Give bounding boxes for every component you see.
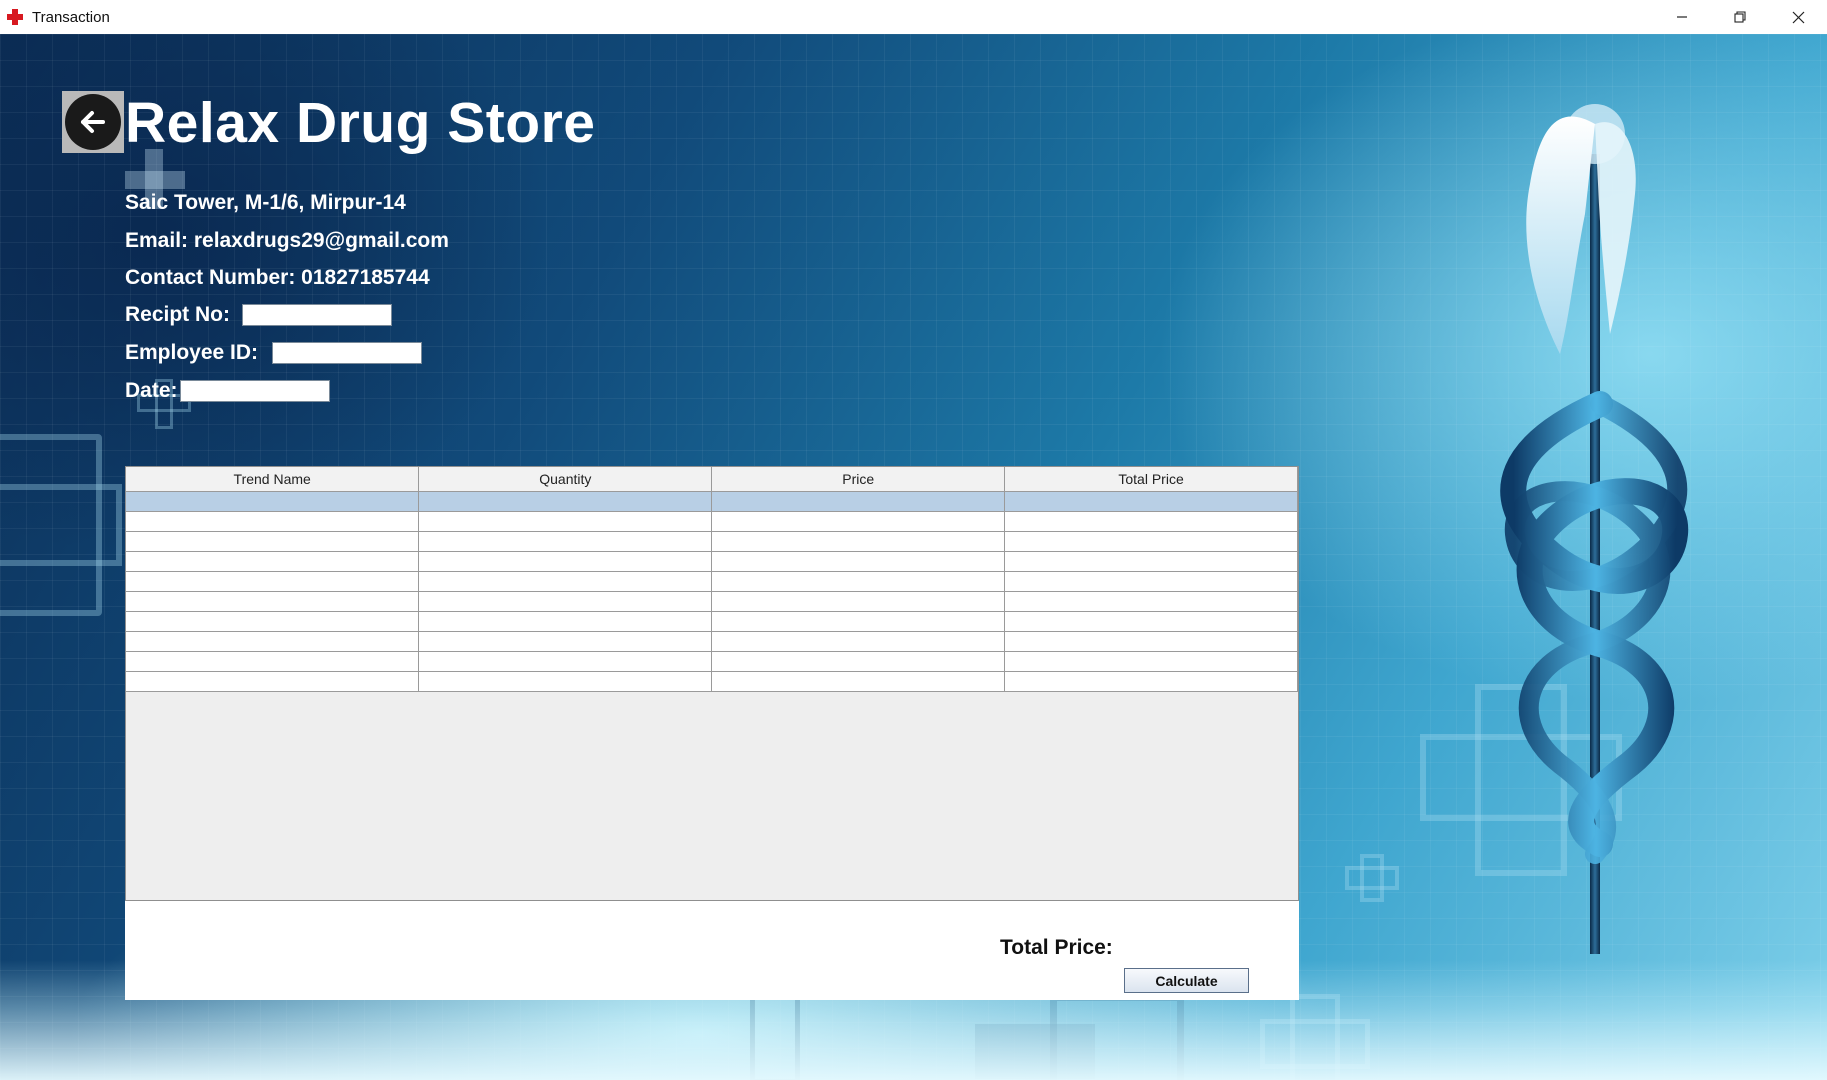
table-cell[interactable] <box>418 571 713 592</box>
table-cell[interactable] <box>1004 671 1298 692</box>
table-cell[interactable] <box>418 531 713 552</box>
table-cell[interactable] <box>418 651 713 672</box>
table-cell[interactable] <box>1004 651 1298 672</box>
decorative-cross <box>1345 866 1399 890</box>
employee-id-input[interactable] <box>272 342 423 364</box>
column-header-trend-name[interactable]: Trend Name <box>126 467 420 492</box>
column-header-price[interactable]: Price <box>711 467 1006 492</box>
close-icon <box>1792 11 1804 23</box>
table-body <box>126 491 1298 692</box>
table-cell[interactable] <box>126 591 420 612</box>
store-contact: Contact Number: 01827185744 <box>125 266 430 289</box>
column-header-quantity[interactable]: Quantity <box>418 467 713 492</box>
table-cell[interactable] <box>418 631 713 652</box>
table-cell[interactable] <box>126 511 420 532</box>
column-header-total-price[interactable]: Total Price <box>1004 467 1298 492</box>
table-row[interactable] <box>126 631 1298 652</box>
table-row[interactable] <box>126 671 1298 692</box>
restore-button[interactable] <box>1711 0 1769 34</box>
table-row[interactable] <box>126 611 1298 632</box>
table-cell[interactable] <box>1004 631 1298 652</box>
table-row[interactable] <box>126 531 1298 552</box>
transaction-table-scroll[interactable]: Trend Name Quantity Price Total Price <box>125 466 1299 901</box>
table-cell[interactable] <box>418 671 713 692</box>
transaction-panel: Trend Name Quantity Price Total Price To… <box>125 466 1299 1000</box>
table-row[interactable] <box>126 571 1298 592</box>
decorative-cross <box>0 484 122 566</box>
table-cell[interactable] <box>1004 611 1298 632</box>
store-email: Email: relaxdrugs29@gmail.com <box>125 229 449 252</box>
table-cell[interactable] <box>1004 491 1298 512</box>
table-cell[interactable] <box>1004 511 1298 532</box>
close-button[interactable] <box>1769 0 1827 34</box>
table-cell[interactable] <box>711 511 1006 532</box>
table-cell[interactable] <box>1004 591 1298 612</box>
table-cell[interactable] <box>126 611 420 632</box>
table-cell[interactable] <box>126 631 420 652</box>
table-cell[interactable] <box>711 491 1006 512</box>
title-bar: Transaction <box>0 0 1827 34</box>
transaction-table: Trend Name Quantity Price Total Price <box>126 467 1298 692</box>
table-cell[interactable] <box>711 551 1006 572</box>
minimize-icon <box>1677 16 1687 18</box>
table-cell[interactable] <box>126 531 420 552</box>
date-label: Date: <box>125 379 178 402</box>
table-row[interactable] <box>126 491 1298 512</box>
receipt-label: Recipt No: <box>125 303 230 326</box>
window-controls <box>1653 0 1827 34</box>
restore-icon <box>1734 11 1746 23</box>
back-arrow-icon <box>65 94 121 150</box>
table-cell[interactable] <box>418 491 713 512</box>
table-row[interactable] <box>126 591 1298 612</box>
minimize-button[interactable] <box>1653 0 1711 34</box>
table-cell[interactable] <box>711 531 1006 552</box>
receipt-row: Recipt No: <box>125 302 392 328</box>
table-header-row: Trend Name Quantity Price Total Price <box>126 467 1298 492</box>
table-row[interactable] <box>126 651 1298 672</box>
table-cell[interactable] <box>711 631 1006 652</box>
main-content: Relax Drug Store Saic Tower, M-1/6, Mirp… <box>0 34 1827 1080</box>
caduceus-image <box>1500 104 1689 954</box>
window-title: Transaction <box>32 8 110 26</box>
store-title: Relax Drug Store <box>125 91 596 155</box>
table-cell[interactable] <box>711 571 1006 592</box>
receipt-input[interactable] <box>242 304 392 326</box>
total-price-label: Total Price: <box>1000 936 1113 959</box>
table-cell[interactable] <box>418 551 713 572</box>
date-input[interactable] <box>179 380 330 402</box>
table-cell[interactable] <box>711 651 1006 672</box>
table-cell[interactable] <box>126 491 420 512</box>
table-row[interactable] <box>126 551 1298 572</box>
table-cell[interactable] <box>126 551 420 572</box>
table-cell[interactable] <box>418 591 713 612</box>
store-address: Saic Tower, M-1/6, Mirpur-14 <box>125 191 406 214</box>
transaction-window: Transaction Relax Drug Store Saic Tower,… <box>0 0 1827 1080</box>
app-cross-icon <box>6 8 24 26</box>
table-cell[interactable] <box>1004 571 1298 592</box>
calculate-button[interactable]: Calculate <box>1124 968 1249 993</box>
table-row[interactable] <box>126 511 1298 532</box>
back-button[interactable] <box>62 91 124 153</box>
table-cell[interactable] <box>711 671 1006 692</box>
table-cell[interactable] <box>126 671 420 692</box>
table-cell[interactable] <box>126 571 420 592</box>
decorative-cross <box>125 171 185 189</box>
date-row: Date: <box>125 378 330 404</box>
table-cell[interactable] <box>1004 531 1298 552</box>
employee-row: Employee ID: <box>125 340 423 366</box>
table-cell[interactable] <box>418 611 713 632</box>
table-cell[interactable] <box>711 591 1006 612</box>
employee-label: Employee ID: <box>125 341 259 364</box>
table-cell[interactable] <box>418 511 713 532</box>
table-cell[interactable] <box>126 651 420 672</box>
table-cell[interactable] <box>1004 551 1298 572</box>
table-cell[interactable] <box>711 611 1006 632</box>
